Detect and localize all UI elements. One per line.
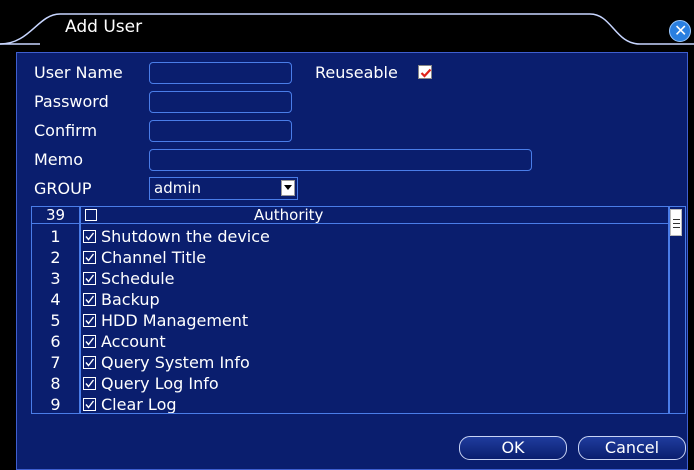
row-label: HDD Management bbox=[101, 311, 249, 330]
checkmark-icon bbox=[420, 68, 432, 78]
table-row[interactable]: 6 Account bbox=[32, 331, 668, 352]
row-checkbox[interactable] bbox=[83, 251, 96, 264]
checkmark-icon bbox=[85, 400, 95, 409]
chevron-down-icon[interactable] bbox=[281, 180, 295, 196]
memo-input[interactable] bbox=[149, 149, 532, 171]
password-label: Password bbox=[34, 92, 109, 111]
reuseable-checkbox[interactable] bbox=[418, 65, 432, 79]
checkmark-icon bbox=[85, 274, 95, 283]
select-all-checkbox[interactable] bbox=[85, 209, 97, 221]
user-name-input[interactable] bbox=[149, 62, 292, 84]
table-row[interactable]: 8 Query Log Info bbox=[32, 373, 668, 394]
row-label: Clear Log bbox=[101, 395, 177, 414]
cancel-button[interactable]: Cancel bbox=[578, 436, 686, 460]
row-number: 7 bbox=[50, 353, 61, 372]
table-row[interactable]: 4 Backup bbox=[32, 289, 668, 310]
row-checkbox[interactable] bbox=[83, 335, 96, 348]
close-button[interactable]: ✕ bbox=[669, 20, 691, 42]
row-label: Query Log Info bbox=[101, 374, 219, 393]
row-checkbox[interactable] bbox=[83, 314, 96, 327]
row-number: 3 bbox=[50, 269, 61, 288]
row-checkbox[interactable] bbox=[83, 398, 96, 411]
user-name-label: User Name bbox=[34, 63, 123, 82]
row-checkbox[interactable] bbox=[83, 377, 96, 390]
group-select-value: admin bbox=[154, 179, 201, 197]
reuseable-label: Reuseable bbox=[315, 63, 398, 82]
row-number: 9 bbox=[50, 395, 61, 414]
table-row[interactable]: 2 Channel Title bbox=[32, 247, 668, 268]
table-scrollbar[interactable] bbox=[670, 209, 683, 411]
password-input[interactable] bbox=[149, 91, 292, 113]
confirm-label: Confirm bbox=[34, 121, 98, 140]
checkmark-icon bbox=[85, 379, 95, 388]
authority-column-header: Authority bbox=[254, 206, 324, 224]
checkmark-icon bbox=[85, 253, 95, 262]
row-number: 5 bbox=[50, 311, 61, 330]
row-checkbox[interactable] bbox=[83, 272, 96, 285]
table-row[interactable]: 5 HDD Management bbox=[32, 310, 668, 331]
row-number: 2 bbox=[50, 248, 61, 267]
close-icon: ✕ bbox=[674, 21, 688, 40]
row-label: Query System Info bbox=[101, 353, 250, 372]
table-row[interactable]: 3 Schedule bbox=[32, 268, 668, 289]
row-label: Backup bbox=[101, 290, 160, 309]
group-select[interactable]: admin bbox=[149, 177, 298, 200]
row-number: 4 bbox=[50, 290, 61, 309]
row-label: Account bbox=[101, 332, 166, 351]
checkmark-icon bbox=[85, 358, 95, 367]
dialog-title: Add User bbox=[65, 17, 143, 37]
table-header: 39 Authority bbox=[32, 207, 668, 224]
checkmark-icon bbox=[85, 295, 95, 304]
checkmark-icon bbox=[85, 316, 95, 325]
scrollbar-thumb[interactable] bbox=[670, 209, 682, 236]
row-number: 1 bbox=[50, 227, 61, 246]
confirm-password-input[interactable] bbox=[149, 120, 292, 142]
checkmark-icon bbox=[85, 337, 95, 346]
row-number: 8 bbox=[50, 374, 61, 393]
row-number: 6 bbox=[50, 332, 61, 351]
authority-table: 39 Authority 1 Shutdown the device 2 Channe… bbox=[31, 206, 686, 414]
row-checkbox[interactable] bbox=[83, 356, 96, 369]
row-label: Shutdown the device bbox=[101, 227, 270, 246]
memo-label: Memo bbox=[34, 150, 84, 169]
row-checkbox[interactable] bbox=[83, 230, 96, 243]
checkmark-icon bbox=[85, 232, 95, 241]
add-user-dialog: Add User ✕ User Name Reuseable Password … bbox=[0, 0, 694, 470]
authority-count: 39 bbox=[45, 206, 66, 224]
row-label: Schedule bbox=[101, 269, 175, 288]
table-row[interactable]: 7 Query System Info bbox=[32, 352, 668, 373]
row-label: Channel Title bbox=[101, 248, 207, 267]
table-row[interactable]: 1 Shutdown the device bbox=[32, 226, 668, 247]
row-checkbox[interactable] bbox=[83, 293, 96, 306]
ok-button[interactable]: OK bbox=[459, 436, 567, 460]
table-row[interactable]: 9 Clear Log bbox=[32, 394, 668, 414]
group-label: GROUP bbox=[34, 179, 92, 198]
